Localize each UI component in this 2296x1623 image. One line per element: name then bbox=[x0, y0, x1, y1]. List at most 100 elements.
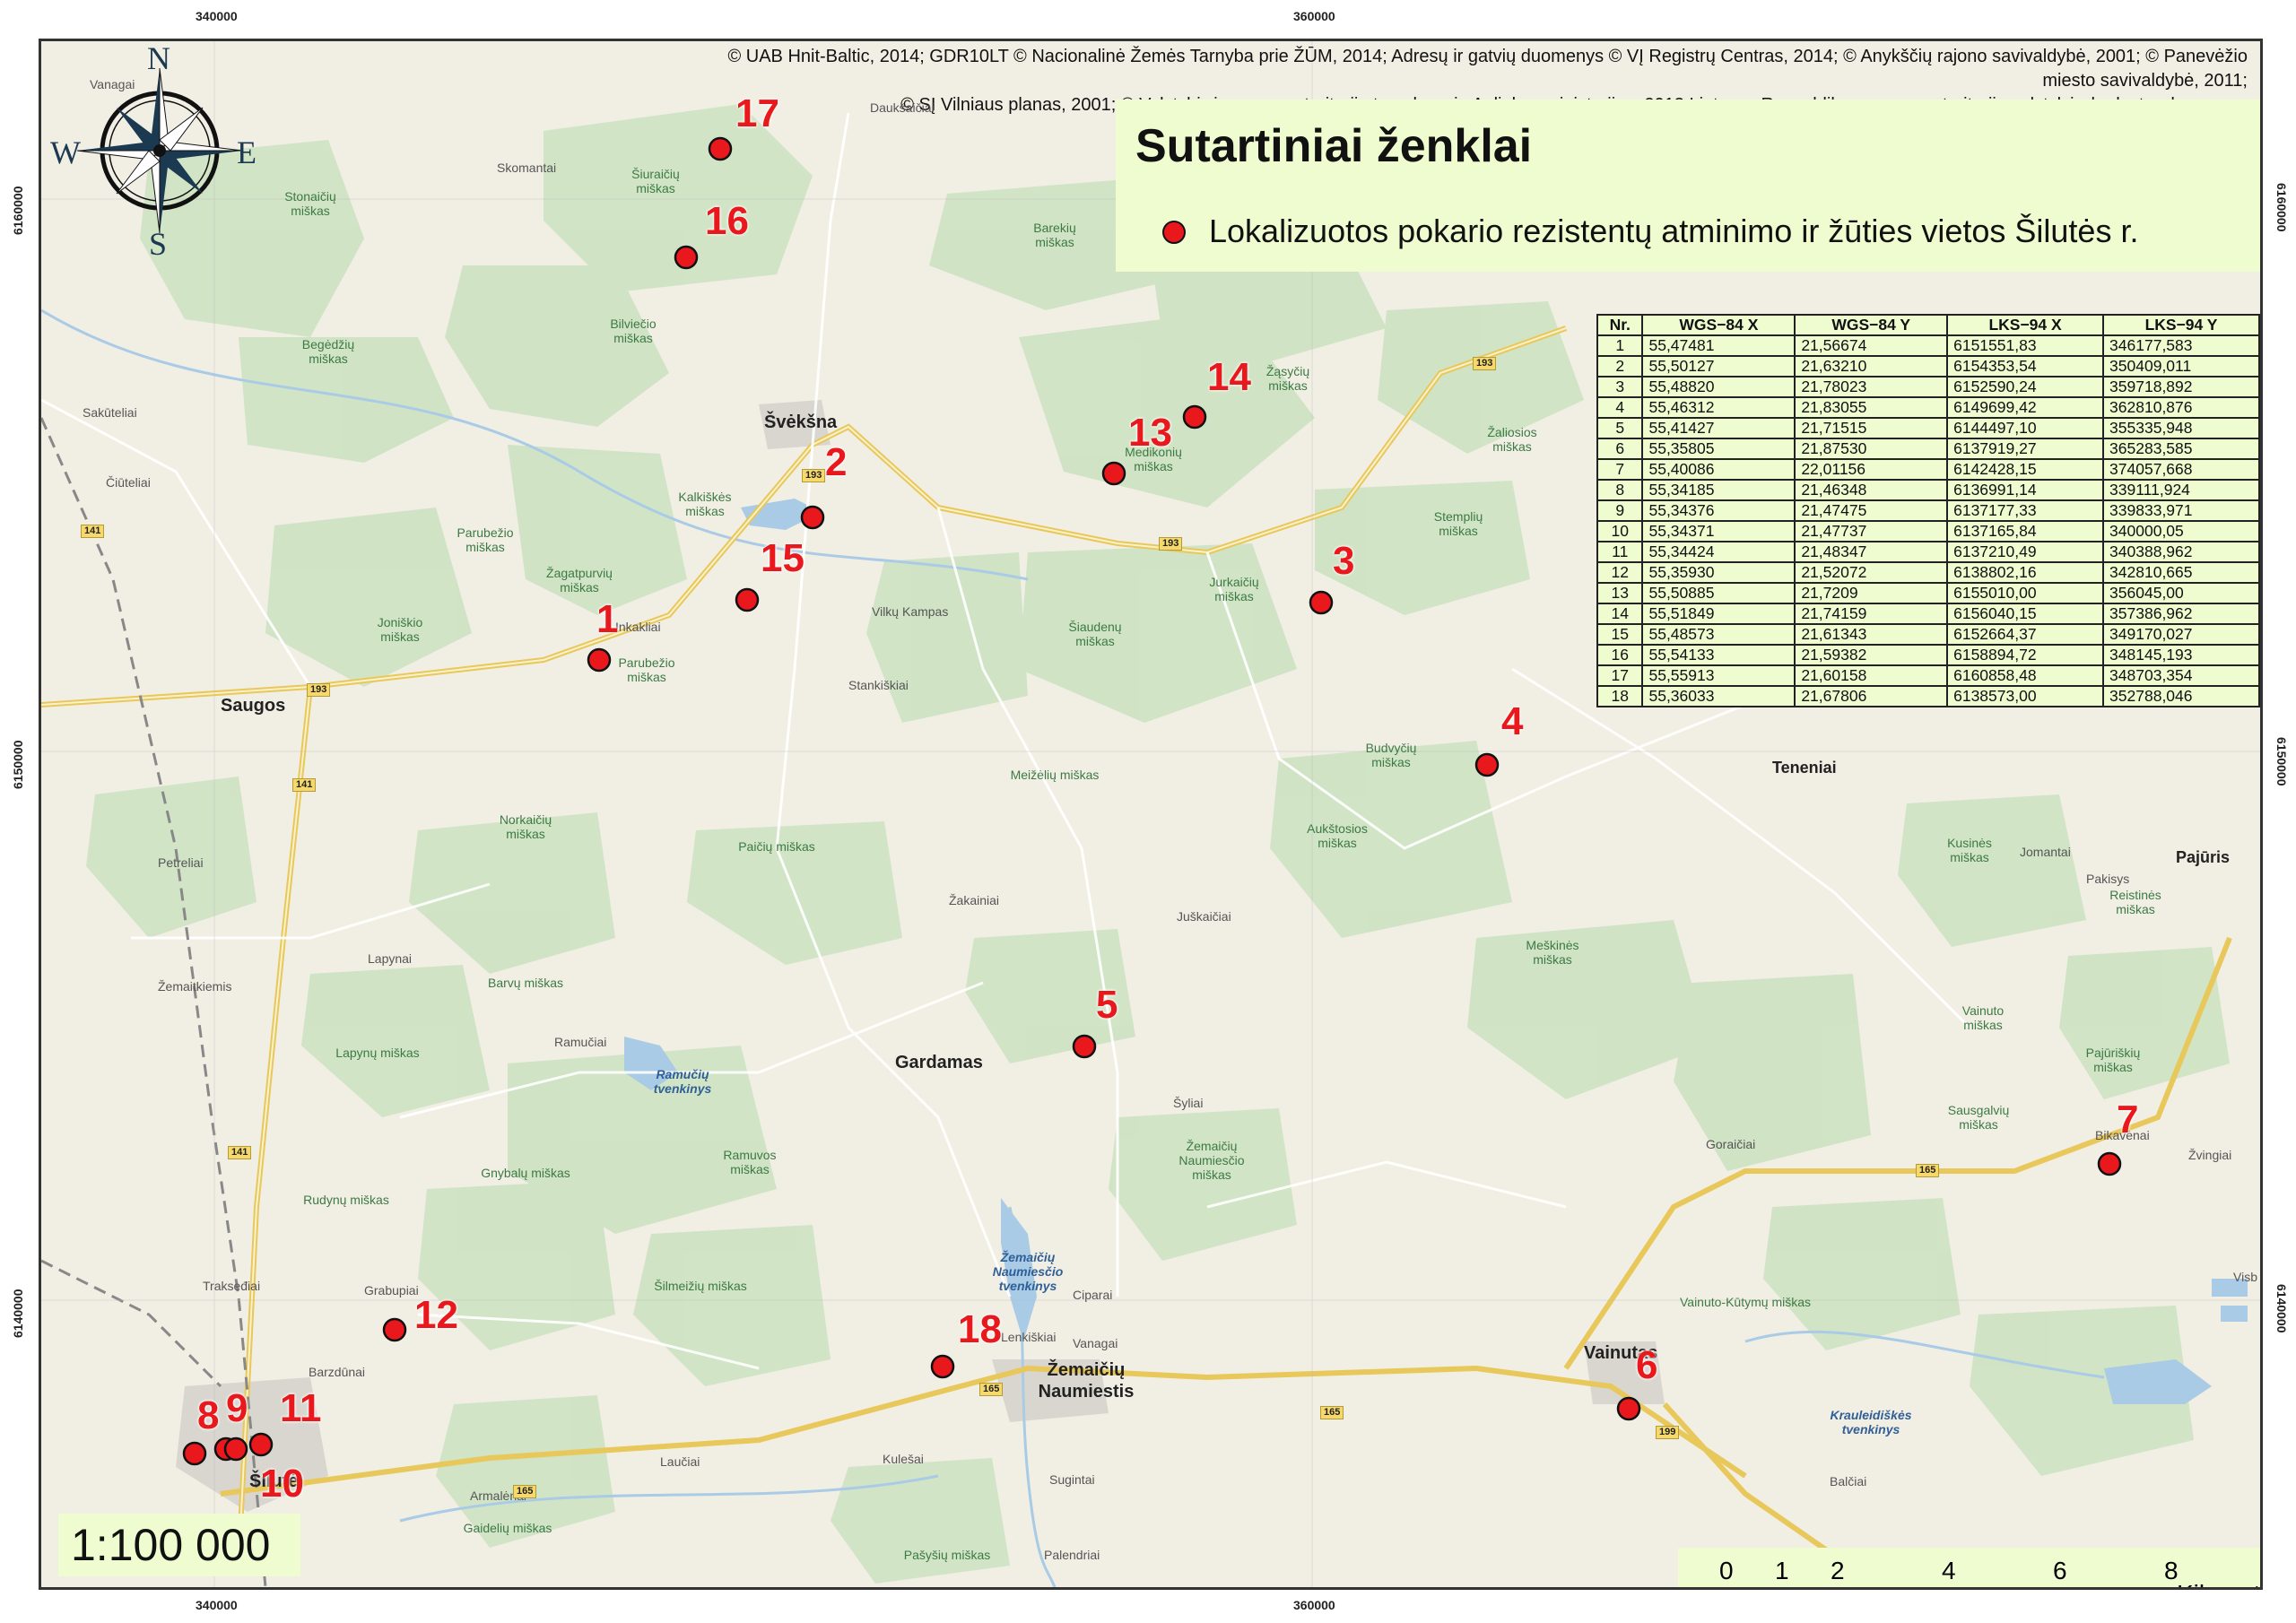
scale-tick-label: 2 bbox=[1831, 1557, 1845, 1584]
forest-label: Sausgalvių miškas bbox=[1947, 1103, 2010, 1132]
forest-label: Parubežio miškas bbox=[618, 655, 675, 684]
table-cell: 21,87530 bbox=[1794, 438, 1949, 460]
table-header: LKS−94 Y bbox=[2102, 314, 2260, 336]
forest-label: Žagatpurvių miškas bbox=[546, 566, 613, 595]
town-label: Pajūris bbox=[2176, 848, 2231, 866]
grid-label-left-6160000: 6160000 bbox=[11, 186, 25, 235]
marker-dot-18[interactable] bbox=[930, 1354, 955, 1379]
table-cell: 13 bbox=[1596, 582, 1644, 604]
table-row: 3 55,48820 21,78023 6152590,24 359718,892 bbox=[1596, 376, 2260, 398]
marker-label-13: 13 bbox=[1128, 411, 1172, 455]
table-cell: 55,34424 bbox=[1641, 541, 1796, 563]
place-label: Daukšaičiai bbox=[870, 100, 935, 115]
marker-dot-3[interactable] bbox=[1309, 590, 1334, 615]
table-cell: 55,47481 bbox=[1641, 334, 1796, 357]
table-cell: 15 bbox=[1596, 623, 1644, 646]
marker-label-8: 8 bbox=[197, 1393, 220, 1437]
forest-label: Kalkiškės miškas bbox=[678, 490, 732, 518]
table-cell: 362810,876 bbox=[2102, 396, 2260, 419]
marker-dot-2[interactable] bbox=[800, 505, 825, 530]
map-frame[interactable]: N S W E © UAB Hnit-Baltic, 2014; GDR10LT… bbox=[39, 39, 2263, 1590]
marker-dot-10[interactable] bbox=[223, 1436, 248, 1462]
table-cell: 6137210,49 bbox=[1946, 541, 2105, 563]
table-header: WGS−84 Y bbox=[1794, 314, 1949, 336]
base-map bbox=[41, 41, 2260, 1587]
table-cell: 6138802,16 bbox=[1946, 561, 2105, 584]
table-cell: 339111,924 bbox=[2102, 479, 2260, 501]
table-cell: 21,60158 bbox=[1794, 664, 1949, 687]
road-label: 165 bbox=[1320, 1406, 1344, 1419]
table-cell: 17 bbox=[1596, 664, 1644, 687]
table-row: 18 55,36033 21,67806 6138573,00 352788,046 bbox=[1596, 685, 2260, 707]
forest-label: Kusinės miškas bbox=[1947, 836, 1992, 864]
forest-label: Gaidelių miškas bbox=[463, 1521, 552, 1535]
marker-dot-16[interactable] bbox=[674, 245, 699, 270]
forest-label: Žemaičių Naumiesčio miškas bbox=[1178, 1139, 1245, 1182]
town-label: Gardamas bbox=[895, 1053, 983, 1072]
grid-label-right-6160000: 6160000 bbox=[2274, 183, 2289, 232]
table-cell: 374057,668 bbox=[2102, 458, 2260, 481]
table-cell: 6136991,14 bbox=[1946, 479, 2105, 501]
marker-dot-14[interactable] bbox=[1182, 404, 1207, 430]
table-cell: 3 bbox=[1596, 376, 1644, 398]
forest-label: Bilviečio miškas bbox=[610, 317, 657, 345]
forest-label: Stonaičių miškas bbox=[284, 189, 336, 218]
forest-label: Pajūriškių miškas bbox=[2085, 1046, 2141, 1074]
marker-label-14: 14 bbox=[1207, 355, 1251, 399]
place-label: Šyliai bbox=[1173, 1096, 1204, 1110]
town-label: Saugos bbox=[221, 696, 286, 716]
scale-tick-label: 6 bbox=[2053, 1557, 2067, 1584]
place-label: Petreliai bbox=[158, 855, 204, 870]
road-label: 199 bbox=[1656, 1426, 1680, 1439]
forest-label: Šiaudenų miškas bbox=[1068, 620, 1122, 648]
forest-label: Ramuvos miškas bbox=[723, 1148, 777, 1176]
place-label: Lapynai bbox=[368, 951, 413, 966]
marker-label-11: 11 bbox=[280, 1386, 322, 1430]
place-label: Jomantai bbox=[2020, 845, 2071, 859]
marker-label-7: 7 bbox=[2117, 1098, 2139, 1141]
scale-tick-label: 4 bbox=[1942, 1557, 1956, 1584]
place-label: Stankiškiai bbox=[848, 678, 909, 692]
marker-label-10: 10 bbox=[260, 1462, 304, 1506]
table-row: 7 55,40086 22,01156 6142428,15 374057,668 bbox=[1596, 458, 2260, 481]
table-header: Nr. bbox=[1596, 314, 1644, 336]
forest-label: Begėdžių miškas bbox=[301, 337, 355, 366]
table-row: 15 55,48573 21,61343 6152664,37 349170,027 bbox=[1596, 623, 2260, 646]
marker-dot-11[interactable] bbox=[248, 1432, 274, 1457]
table-header-row: Nr. WGS−84 X WGS−84 Y LKS−94 X LKS−94 Y bbox=[1596, 314, 2260, 336]
table-cell: 55,34376 bbox=[1641, 499, 1796, 522]
marker-dot-15[interactable] bbox=[735, 587, 760, 612]
marker-dot-6[interactable] bbox=[1616, 1396, 1641, 1421]
table-cell: 21,47737 bbox=[1794, 520, 1949, 542]
table-cell: 55,50885 bbox=[1641, 582, 1796, 604]
table-row: 1 55,47481 21,56674 6151551,83 346177,583 bbox=[1596, 334, 2260, 357]
table-header: WGS−84 X bbox=[1641, 314, 1796, 336]
place-label: Inkakliai bbox=[615, 620, 661, 634]
marker-label-15: 15 bbox=[761, 536, 804, 580]
table-row: 12 55,35930 21,52072 6138802,16 342810,665 bbox=[1596, 561, 2260, 584]
scale-unit: Kilometrai bbox=[2177, 1580, 2260, 1587]
marker-dot-icon bbox=[1162, 221, 1186, 244]
marker-dot-8[interactable] bbox=[182, 1441, 207, 1466]
marker-dot-4[interactable] bbox=[1474, 752, 1500, 777]
marker-dot-7[interactable] bbox=[2097, 1151, 2122, 1176]
table-cell: 356045,00 bbox=[2102, 582, 2260, 604]
place-label: Grabupiai bbox=[364, 1283, 419, 1298]
marker-label-5: 5 bbox=[1096, 983, 1118, 1027]
forest-label: Šiuraičių miškas bbox=[631, 167, 680, 195]
water-label: Žemaičių Naumiesčio tvenkinys bbox=[992, 1250, 1064, 1293]
table-cell: 55,48573 bbox=[1641, 623, 1796, 646]
marker-label-6: 6 bbox=[1636, 1343, 1658, 1387]
marker-label-16: 16 bbox=[705, 199, 749, 243]
marker-dot-5[interactable] bbox=[1072, 1034, 1097, 1059]
forest-label: Vainuto miškas bbox=[1961, 1003, 2005, 1032]
table-cell: 6152664,37 bbox=[1946, 623, 2105, 646]
table-row: 13 55,50885 21,7209 6155010,00 356045,00 bbox=[1596, 582, 2260, 604]
table-cell: 339833,971 bbox=[2102, 499, 2260, 522]
marker-dot-17[interactable] bbox=[708, 136, 733, 161]
town-label: Žemaičių Naumiestis bbox=[1038, 1360, 1135, 1402]
table-cell: 350409,011 bbox=[2102, 355, 2260, 378]
forest-label: Barekių miškas bbox=[1033, 221, 1076, 249]
marker-dot-12[interactable] bbox=[382, 1317, 407, 1342]
road-label: 193 bbox=[307, 683, 331, 697]
